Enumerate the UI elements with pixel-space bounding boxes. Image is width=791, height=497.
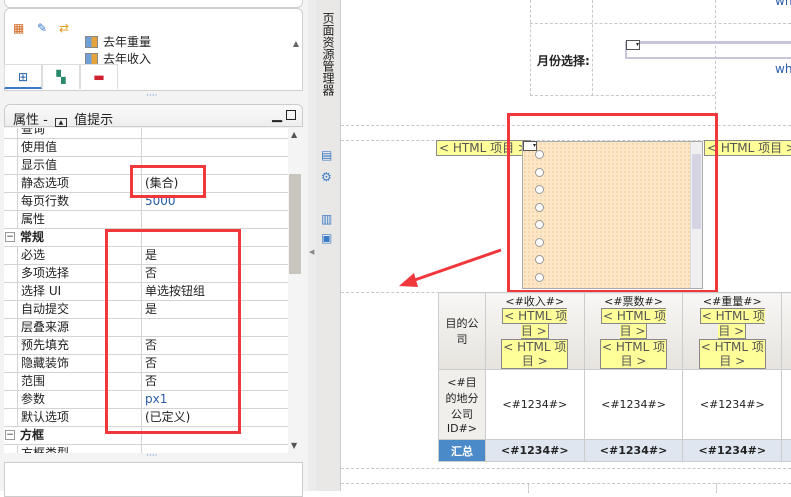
html-item-label: < HTML 项 xyxy=(504,309,568,323)
html-item-label: 目 > xyxy=(619,324,646,338)
column-header-label: <#收入#> xyxy=(505,295,565,308)
property-row[interactable]: 属性 xyxy=(4,211,288,229)
column-header-label: <#重量#> xyxy=(702,295,762,308)
property-row[interactable]: 使用值 xyxy=(4,139,288,157)
properties-header: 属性 - ▲ 值提示 ▁ xyxy=(4,104,303,128)
edit-icon[interactable]: ✎ xyxy=(37,21,51,35)
html-item-label: 目 > xyxy=(718,324,745,338)
tab-tree[interactable]: ⊞ xyxy=(4,64,42,89)
property-key: 显示值 xyxy=(17,157,142,175)
property-key: 属性 xyxy=(17,211,142,229)
collapse-icon[interactable]: − xyxy=(5,232,15,242)
minimize-icon[interactable]: ▁ xyxy=(272,108,282,123)
data-item-icon xyxy=(85,36,98,48)
page-explorer-tab[interactable]: 页面资源管理器 xyxy=(320,12,336,96)
scroll-thumb[interactable] xyxy=(289,174,301,274)
total-cell[interactable]: <#1234#> xyxy=(484,439,585,462)
page-icon[interactable]: ▤ xyxy=(321,148,332,162)
query-icon[interactable]: ⚙ xyxy=(321,170,332,184)
tree-item-label: 去年重量 xyxy=(103,36,152,49)
layout-icon[interactable]: ▣ xyxy=(321,231,332,245)
column-header-label: <#票数#> xyxy=(604,295,663,308)
html-item-label: < HTML 项 xyxy=(700,340,764,354)
value-prompt-icon: ▲ xyxy=(54,118,67,127)
total-label[interactable]: 汇总 xyxy=(438,439,486,462)
html-item[interactable]: < HTML 项目 > xyxy=(698,339,766,369)
splitter-handle[interactable]: ···· xyxy=(146,91,157,101)
left-panel: ▦ ✎ ⇄ 去年重量 去年收入 ▲ ⊞ ▚ ▬ ···· 属性 - ▲ 值提示 … xyxy=(0,0,308,497)
top-panel-edge xyxy=(4,0,303,8)
highlight-general-values xyxy=(105,229,241,434)
html-item-label: < HTML 项 xyxy=(701,309,765,323)
wh-text: wh xyxy=(775,62,791,76)
column-header[interactable]: <#重量#> < HTML 项目 > < HTML 项目 > xyxy=(682,292,783,370)
scroll-up-icon[interactable]: ▲ xyxy=(291,130,297,139)
html-item[interactable]: < HTML 项目 > xyxy=(501,339,569,369)
tree-item-label: 去年收入 xyxy=(103,52,152,64)
tab-blocks[interactable]: ▚ xyxy=(42,64,80,89)
total-cell[interactable] xyxy=(781,439,791,462)
grid-icon[interactable]: ▦ xyxy=(13,21,27,35)
vertical-splitter[interactable]: ◀ xyxy=(308,0,316,491)
html-item-label: < HTML 项 xyxy=(603,309,667,323)
red-arrow-icon xyxy=(399,248,502,287)
html-item-label: < HTML 项 xyxy=(602,340,666,354)
scroll-down-icon[interactable]: ▼ xyxy=(291,441,297,450)
toolbox-icon: ▬ xyxy=(93,70,105,84)
month-label: 月份选择: xyxy=(537,54,590,68)
corner-header: 目的公司 xyxy=(438,292,486,370)
data-cell[interactable]: <#1234#> xyxy=(484,369,585,440)
crosstab-table: 目的公司 <#收入#> < HTML 项目 > < HTML 项目 > <#票数#… xyxy=(438,292,791,462)
month-select[interactable]: ▾ xyxy=(625,40,791,59)
column-header[interactable] xyxy=(781,292,791,370)
data-item-icon xyxy=(85,52,98,64)
report-canvas: wh 月份选择: ▾ wh < HTML 项目 > < HTML 项目 > ▾ … xyxy=(341,0,791,493)
collapse-icon[interactable]: − xyxy=(5,430,15,440)
properties-scrollbar[interactable]: ▲ ▼ xyxy=(288,128,303,453)
data-cell[interactable]: <#1234#> xyxy=(682,369,783,440)
html-item[interactable]: < HTML 项目 > xyxy=(502,308,568,339)
properties-title: 属性 - xyxy=(13,113,48,128)
total-cell[interactable]: <#1234#> xyxy=(682,439,783,462)
property-key: 静态选项 xyxy=(17,175,142,193)
tree-item[interactable]: 去年收入 xyxy=(85,50,151,64)
html-item-label: 目 > xyxy=(521,354,548,368)
html-item[interactable]: < HTML 项目 > xyxy=(699,308,765,339)
scroll-up-icon[interactable]: ▲ xyxy=(293,39,299,48)
property-key: 每页行数 xyxy=(17,193,142,211)
data-cell[interactable] xyxy=(781,369,791,440)
property-key: 方框类型 xyxy=(17,445,142,453)
blocks-icon: ▚ xyxy=(56,70,66,84)
tab-toolbox[interactable]: ▬ xyxy=(80,64,118,89)
html-item-label: 目 > xyxy=(620,354,647,368)
html-item[interactable]: < HTML 项目 > xyxy=(601,308,667,339)
html-item-label: 目 > xyxy=(719,354,746,368)
link-icon[interactable]: ⇄ xyxy=(59,21,73,35)
tree-icon: ⊞ xyxy=(17,70,29,84)
html-item-label: < HTML 项 xyxy=(503,340,567,354)
splitter-handle[interactable]: ···· xyxy=(146,451,157,461)
property-row[interactable]: 查询 xyxy=(4,128,288,139)
highlight-static-options xyxy=(130,165,206,198)
html-item-label: 目 > xyxy=(520,324,547,338)
properties-subtitle: 值提示 xyxy=(74,113,114,128)
property-key: 使用值 xyxy=(17,139,142,157)
report-icon[interactable]: ▥ xyxy=(321,212,332,226)
data-cell[interactable]: <#1234#> xyxy=(583,369,684,440)
row-header[interactable]: <#目的地分公司ID#> xyxy=(438,369,486,440)
total-cell[interactable]: <#1234#> xyxy=(583,439,684,462)
property-key: 查询 xyxy=(17,128,142,139)
maximize-icon[interactable] xyxy=(286,110,296,120)
side-toolbar: 页面资源管理器 ▤ ⚙ ▥ ▣ xyxy=(316,0,341,491)
column-header[interactable]: <#票数#> < HTML 项目 > < HTML 项目 > xyxy=(583,292,684,370)
html-item[interactable]: < HTML 项目 > xyxy=(600,339,668,369)
description-box xyxy=(4,462,303,497)
column-header[interactable]: <#收入#> < HTML 项目 > < HTML 项目 > xyxy=(484,292,585,370)
tree-item[interactable]: 去年重量 xyxy=(85,36,151,50)
highlight-radio-group xyxy=(507,113,718,293)
tree-list: 去年重量 去年收入 ▲ xyxy=(5,36,302,64)
wh-text: wh xyxy=(775,0,791,8)
dropdown-icon: ▾ xyxy=(626,40,640,50)
